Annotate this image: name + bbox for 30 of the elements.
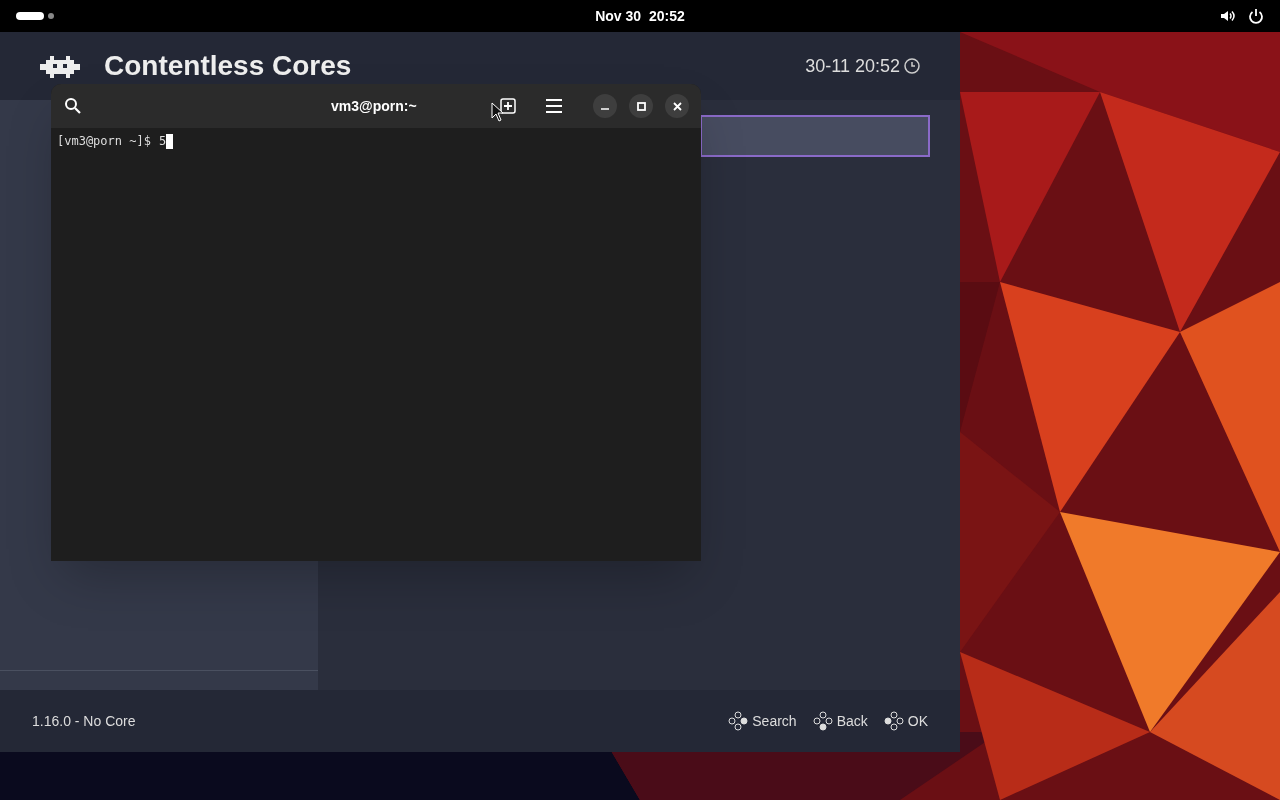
gamepad-buttons-icon [883,711,904,731]
workspace-indicator-icon[interactable] [16,12,54,20]
shell-prompt: [vm3@porn ~]$ [57,133,151,150]
clock-text: 30-11 20:52 [805,54,900,78]
invader-logo-icon [40,54,80,78]
top-bar-time[interactable]: 20:52 [649,5,685,27]
power-icon[interactable] [1248,8,1264,24]
menu-title: Contentless Cores [104,49,352,83]
plus-square-icon [500,98,516,114]
gamepad-buttons-icon [812,711,833,731]
text-cursor [166,133,174,149]
version-text: 1.16.0 - No Core [32,711,136,731]
top-bar-date[interactable]: Nov 30 [595,5,642,27]
typed-command: 5 [158,133,167,150]
volume-icon[interactable] [1220,8,1236,24]
search-icon [64,97,82,115]
maximize-icon [636,101,646,111]
search-button[interactable] [63,96,83,116]
footer-button[interactable]: Search [728,710,797,732]
minimize-button[interactable] [593,94,617,118]
maximize-button[interactable] [629,94,653,118]
mouse-cursor-icon [491,102,503,122]
clock-icon [904,58,920,74]
close-icon [672,101,682,111]
gamepad-buttons-icon [728,711,749,731]
menu-icon [546,99,562,113]
window-title: vm3@porn:~ [331,96,417,116]
footer-button[interactable]: Back [812,710,868,732]
close-button[interactable] [665,94,689,118]
footer-button[interactable]: OK [883,710,928,732]
